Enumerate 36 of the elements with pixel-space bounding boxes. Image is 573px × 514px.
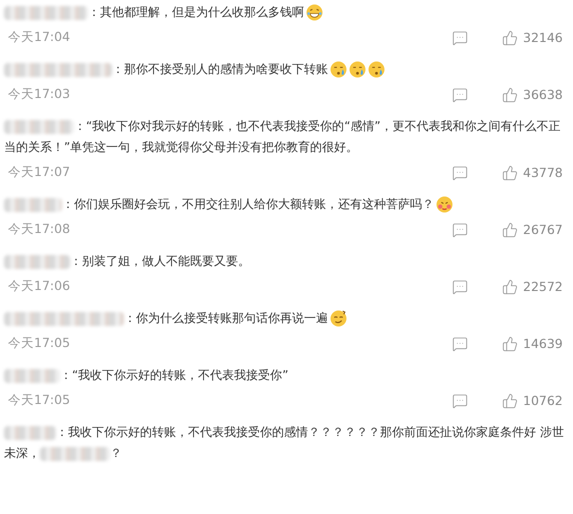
timestamp: 今天17:04 [8,29,72,46]
like-count: 43778 [523,165,564,180]
like-icon[interactable] [502,86,518,102]
timestamp: 今天17:05 [8,392,72,409]
timestamp: 今天17:06 [8,278,72,295]
comment-icon[interactable] [452,222,468,238]
like-count: 36638 [523,87,564,102]
comment-icon[interactable] [452,30,468,46]
like-count: 14639 [523,336,564,351]
timestamp: 今天17:03 [8,86,72,103]
like-icon[interactable] [502,164,518,180]
comment-text: ：我收下你示好的转账，不代表我接受你的感情？？？？？？那你前面还扯说你家庭条件好 涉世未深， ？ [4,424,565,463]
timestamp: 今天17:07 [8,164,72,181]
comment-icon[interactable] [452,86,468,102]
timestamp: 今天17:05 [8,335,72,352]
comment-text: ：你们娱乐圈好会玩，不用交往别人给你大额转账，还有这种菩萨吗？ [4,194,434,215]
comment-text: ：“我收下你对我示好的转账，也不代表我接受你的“感情”，更不代表我和你之间有什么不正当的关系！”单凭这一句，我就觉得你父母并没有把你教育的很好。 [4,118,562,156]
like-count: 22572 [523,279,564,294]
comment-text: ：别装了姐，做人不能既要又要。 [4,251,250,272]
like-icon[interactable] [502,222,518,238]
comment-text: ：那你不接受别人的感情为啥要收下转账 [4,59,328,80]
like-icon[interactable] [502,30,518,46]
comment-icon[interactable] [452,392,468,408]
comment-text: ：其他都理解，但是为什么收那么多钱啊 [4,2,304,23]
like-icon[interactable] [502,278,518,294]
like-icon[interactable] [502,392,518,408]
like-count: 26767 [523,222,564,237]
comment-icon[interactable] [452,164,468,180]
comment-text: ：你为什么接受转账那句话你再说一遍 [4,308,328,329]
comment-text: ：“我收下你示好的转账，不代表我接受你” [4,365,288,386]
like-count: 10762 [523,393,564,408]
comment-icon[interactable] [452,278,468,294]
like-count: 32146 [523,30,564,45]
like-icon[interactable] [502,336,518,352]
timestamp: 今天17:08 [8,221,72,238]
comment-icon[interactable] [452,336,468,352]
